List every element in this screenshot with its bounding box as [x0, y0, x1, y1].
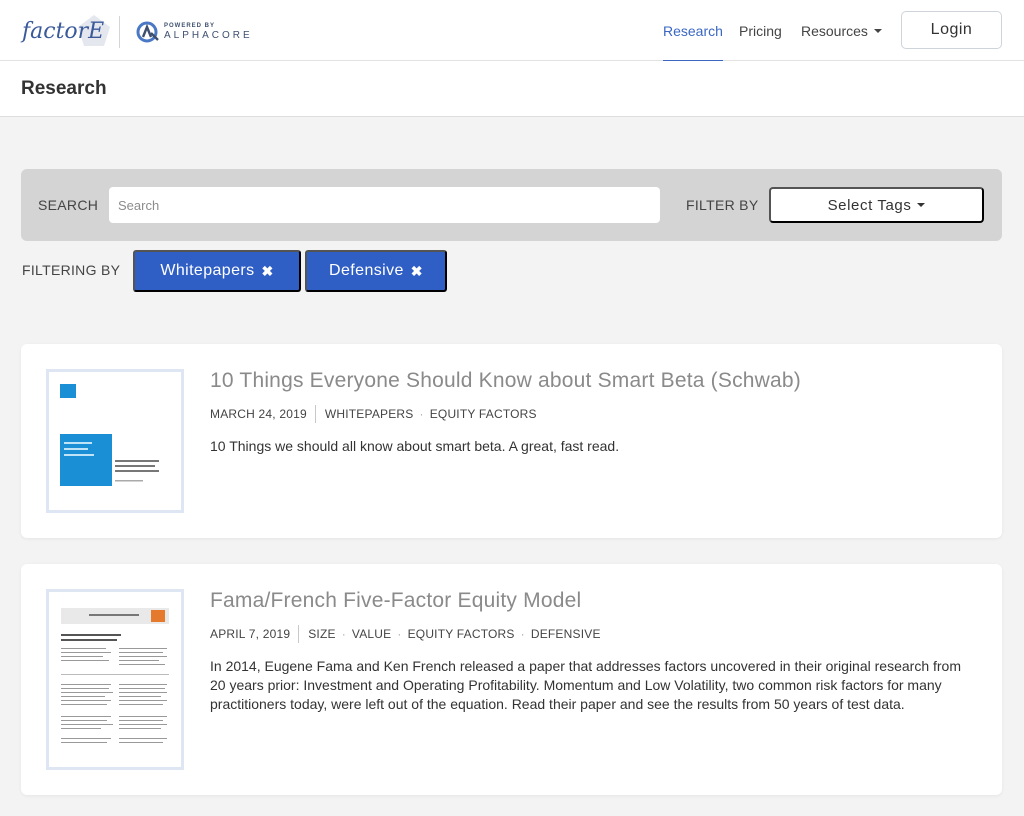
nav-research[interactable]: Research	[663, 0, 723, 62]
article-meta: APRIL 7, 2019 SIZE · VALUE · EQUITY FACT…	[210, 625, 601, 643]
filtering-by-label: FILTERING BY	[22, 262, 121, 278]
tag-separator: ·	[341, 627, 346, 641]
login-button[interactable]: Login	[901, 11, 1002, 49]
title-bar: Research	[0, 61, 1024, 117]
article-description: 10 Things we should all know about smart…	[210, 438, 620, 454]
alphacore-logo[interactable]: POWERED BY ALPHACORE	[136, 20, 253, 44]
paper-page-icon[interactable]	[46, 589, 184, 770]
article-tag[interactable]: EQUITY FACTORS	[408, 627, 515, 641]
filter-chip-defensive[interactable]: Defensive ✖	[305, 250, 447, 292]
alphacore-icon	[136, 21, 159, 43]
article-tag[interactable]: WHITEPAPERS	[325, 407, 414, 421]
brand-divider	[119, 16, 120, 48]
powered-by-label: POWERED BY	[164, 23, 216, 29]
article-tag[interactable]: VALUE	[352, 627, 391, 641]
article-card[interactable]: Fama/French Five-Factor Equity Model APR…	[21, 564, 1002, 795]
article-date: MARCH 24, 2019	[210, 405, 316, 423]
article-tag[interactable]: DEFENSIVE	[531, 627, 601, 641]
cover-thumbnail	[49, 372, 181, 510]
page-title: Research	[21, 78, 107, 99]
filter-chip-label: Defensive	[329, 262, 404, 279]
caret-down-icon	[873, 28, 882, 33]
nav-resources-label: Resources	[801, 22, 868, 39]
nav-pricing[interactable]: Pricing	[739, 0, 782, 61]
search-input[interactable]	[109, 187, 660, 223]
article-tag[interactable]: EQUITY FACTORS	[430, 407, 537, 421]
alphacore-wordmark: ALPHACORE	[164, 30, 253, 41]
filter-by-label: FILTER BY	[686, 197, 759, 213]
search-label: SEARCH	[38, 197, 99, 213]
article-tag[interactable]: SIZE	[308, 627, 335, 641]
article-title[interactable]: Fama/French Five-Factor Equity Model	[210, 589, 581, 613]
article-card[interactable]: 10 Things Everyone Should Know about Sma…	[21, 344, 1002, 538]
brand-name: factorE	[22, 18, 105, 44]
search-panel: SEARCH FILTER BY Select Tags	[21, 169, 1002, 241]
tag-separator: ·	[520, 627, 525, 641]
tag-separator: ·	[397, 627, 402, 641]
top-navbar: factorE POWERED BY ALPHACORE Research Pr…	[0, 0, 1024, 62]
remove-icon[interactable]: ✖	[411, 263, 423, 280]
article-date: APRIL 7, 2019	[210, 625, 300, 643]
filter-chip-label: Whitepapers	[160, 262, 255, 279]
select-tags-label: Select Tags	[827, 196, 912, 214]
remove-icon[interactable]: ✖	[262, 263, 274, 280]
nav-resources[interactable]: Resources	[801, 0, 882, 61]
document-cover-icon[interactable]	[46, 369, 184, 513]
article-description: In 2014, Eugene Fama and Ken French rele…	[210, 658, 961, 712]
factore-logo[interactable]: factorE	[22, 14, 110, 48]
paper-thumbnail	[49, 592, 181, 767]
caret-down-icon	[917, 203, 926, 207]
article-title[interactable]: 10 Things Everyone Should Know about Sma…	[210, 369, 801, 393]
select-tags-dropdown[interactable]: Select Tags	[769, 187, 984, 223]
filter-chip-whitepapers[interactable]: Whitepapers ✖	[133, 250, 301, 292]
article-meta: MARCH 24, 2019 WHITEPAPERS · EQUITY FACT…	[210, 405, 537, 423]
tag-separator: ·	[419, 407, 424, 421]
